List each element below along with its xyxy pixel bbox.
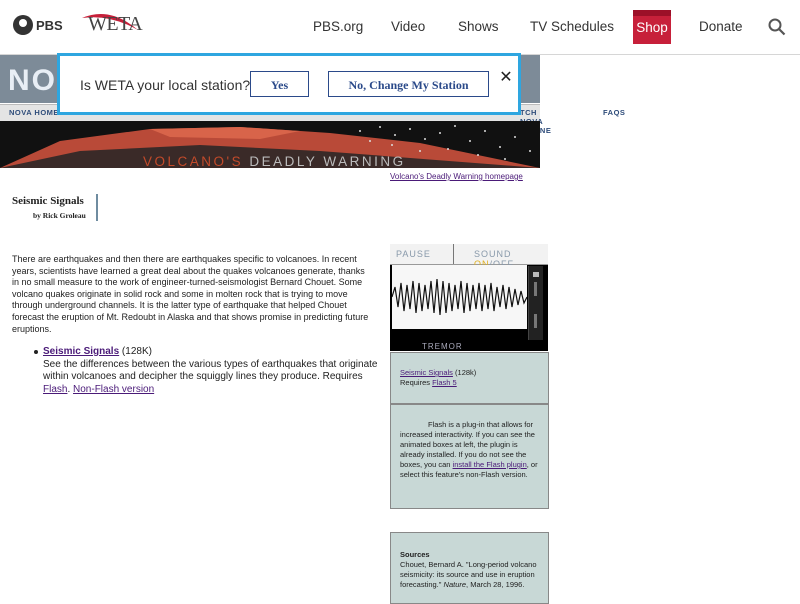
sources-date: , March 28, 1996. xyxy=(466,580,525,589)
local-station-popup: Is WETA your local station? Yes No, Chan… xyxy=(57,53,521,115)
slider-top-notch xyxy=(533,272,539,277)
controls-divider xyxy=(453,244,454,264)
sources-journal: Nature xyxy=(443,580,467,589)
list-item-content: Seismic Signals (128K) See the differenc… xyxy=(43,346,379,396)
nav-pbs-org[interactable]: PBS.org xyxy=(313,19,363,34)
slider-knob-top xyxy=(534,282,537,296)
sound-prefix: SOUND xyxy=(474,249,512,259)
sources-heading: Sources xyxy=(400,550,430,559)
sources-box: Sources Chouet, Bernard A. "Long-period … xyxy=(390,532,549,604)
banner-title-volcano: VOLCANO'S xyxy=(143,154,244,169)
seismic-flash-preview[interactable]: PAUSE SOUND ON/OFF TREMOR xyxy=(390,244,548,351)
non-flash-link[interactable]: Non-Flash version xyxy=(73,384,154,395)
nav-video[interactable]: Video xyxy=(391,19,425,34)
banner-title-deadly-warning: DEADLY WARNING xyxy=(243,154,406,169)
shop-button[interactable]: Shop xyxy=(633,10,671,44)
install-flash-link[interactable]: install the Flash plugin xyxy=(453,460,527,469)
feature-info-box: Seismic Signals (128k) Requires Flash 5 xyxy=(390,352,549,404)
nav-shows[interactable]: Shows xyxy=(458,19,499,34)
seismic-signals-link[interactable]: Seismic Signals xyxy=(43,346,119,357)
popup-question: Is WETA your local station? xyxy=(80,77,251,93)
shop-label: Shop xyxy=(636,20,668,35)
slider-knob-bottom xyxy=(534,314,537,328)
change-station-button[interactable]: No, Change My Station xyxy=(328,71,489,97)
sidebar-file-size: (128k) xyxy=(452,368,477,377)
sources-content: Sources Chouet, Bernard A. "Long-period … xyxy=(400,550,541,590)
flash-plugin-note-text: Flash is a plug-in that allows for incre… xyxy=(400,420,541,480)
feature-info-text: Seismic Signals (128k) Requires Flash 5 xyxy=(400,368,476,388)
nav-donate[interactable]: Donate xyxy=(699,19,743,34)
weta-logo[interactable]: WETA xyxy=(80,8,143,44)
search-icon[interactable] xyxy=(768,18,786,36)
flash-link[interactable]: Flash xyxy=(43,384,67,395)
list-item: Seismic Signals (128K) See the differenc… xyxy=(34,346,379,396)
pbs-head-icon xyxy=(13,15,33,35)
nova-nav-faqs[interactable]: FAQS xyxy=(603,108,625,117)
sidebar-seismic-link[interactable]: Seismic Signals xyxy=(400,368,453,377)
tremor-label: TREMOR xyxy=(422,342,463,351)
page-title: Seismic Signals xyxy=(12,195,84,207)
nav-tv-schedules[interactable]: TV Schedules xyxy=(530,19,614,34)
requires-label: Requires xyxy=(400,378,433,387)
seismogram-display: TREMOR xyxy=(391,265,528,351)
title-divider xyxy=(96,194,98,221)
article-body: There are earthquakes and then there are… xyxy=(12,254,369,334)
file-size: (128K) xyxy=(119,346,152,357)
nova-nav-home[interactable]: NOVA HOME xyxy=(9,108,59,117)
pbs-logo[interactable]: PBS xyxy=(13,15,63,35)
popup-pointer xyxy=(104,40,130,53)
feature-description: See the differences between the various … xyxy=(43,358,378,383)
seismogram-wave-icon xyxy=(391,278,528,316)
flash-controls-bar: PAUSE SOUND ON/OFF xyxy=(390,244,548,269)
banner-title: VOLCANO'S DEADLY WARNING xyxy=(143,154,406,169)
sidebar-flash5-link[interactable]: Flash 5 xyxy=(432,378,457,387)
pause-button[interactable]: PAUSE xyxy=(396,249,431,259)
yes-button[interactable]: Yes xyxy=(250,71,309,97)
volume-slider[interactable] xyxy=(528,266,543,340)
close-icon[interactable]: ✕ xyxy=(496,68,516,88)
volcano-homepage-link[interactable]: Volcano's Deadly Warning homepage xyxy=(390,172,523,181)
bullet-icon xyxy=(34,350,38,354)
weta-logo-text: WETA xyxy=(88,13,143,35)
pbs-logo-text: PBS xyxy=(36,17,63,33)
byline: by Rick Groleau xyxy=(33,211,86,220)
flash-plugin-note: Flash is a plug-in that allows for incre… xyxy=(390,404,549,509)
